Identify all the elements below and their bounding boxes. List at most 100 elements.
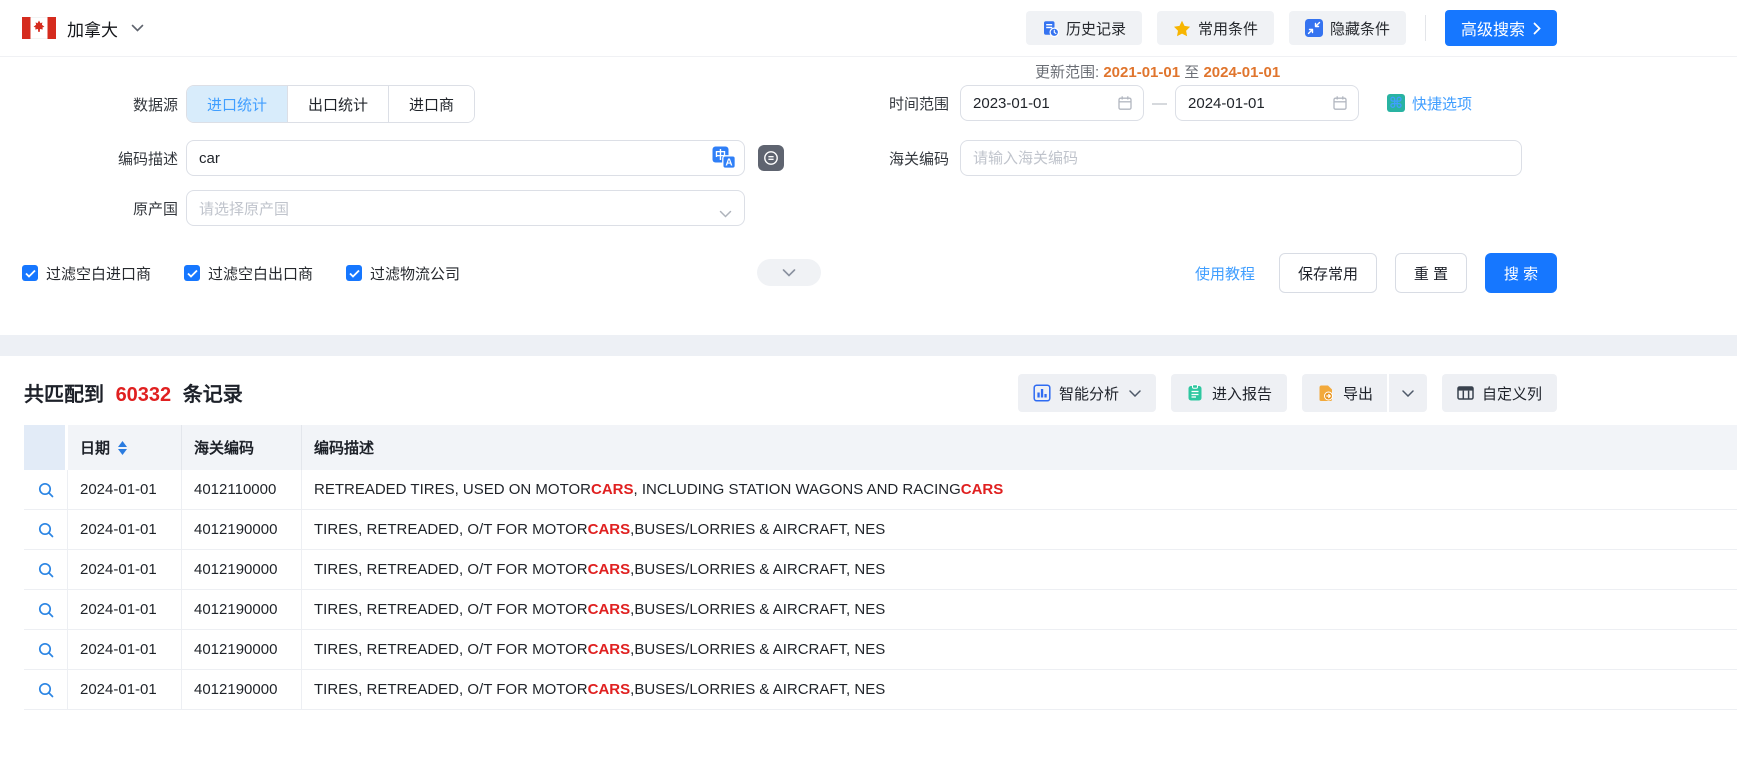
advanced-search-label: 高级搜索: [1461, 16, 1525, 40]
update-range: 更新范围: 2021-01-01 至 2024-01-01: [1035, 61, 1280, 82]
magnifier-icon[interactable]: [37, 481, 55, 499]
code-header-label: 海关编码: [194, 437, 254, 458]
enter-report-button[interactable]: 进入报告: [1171, 374, 1287, 412]
country-selector[interactable]: 加拿大: [22, 16, 144, 41]
hscode-cell: 4012190000: [182, 550, 302, 589]
date-cell: 2024-01-01: [68, 590, 182, 629]
hide-conditions-button[interactable]: 隐藏条件: [1289, 11, 1406, 45]
hscode-cell: 4012110000: [182, 470, 302, 509]
export-button[interactable]: 导出: [1302, 374, 1427, 412]
filter-label: 过滤物流公司: [370, 263, 460, 284]
date-to-value[interactable]: [1176, 95, 1358, 112]
sort-control[interactable]: [118, 441, 127, 455]
origin-row: 原产国 请选择原产国: [98, 190, 745, 226]
highlighted-keyword: CARS: [961, 481, 1004, 498]
update-range-label: 更新范围:: [1035, 64, 1099, 81]
country-name: 加拿大: [67, 16, 118, 41]
table-row: 2024-01-014012190000TIRES, RETREADED, O/…: [24, 550, 1737, 590]
export-label: 导出: [1343, 383, 1373, 404]
hscode-row: 海关编码: [889, 140, 1522, 176]
hscode-input[interactable]: [960, 140, 1522, 176]
highlighted-keyword: CARS: [588, 681, 631, 698]
history-label: 历史记录: [1066, 18, 1126, 39]
star-icon: [1173, 20, 1191, 37]
header-cell-code: 海关编码: [182, 425, 302, 470]
row-detail-cell: [24, 630, 68, 669]
summary-suffix: 条记录: [183, 384, 243, 406]
translate-icon[interactable]: 中A: [712, 146, 736, 175]
datasource-label: 数据源: [98, 94, 178, 115]
table-row: 2024-01-014012190000TIRES, RETREADED, O/…: [24, 630, 1737, 670]
date-header-label: 日期: [80, 437, 110, 458]
filter-logistics-checkbox[interactable]: 过滤物流公司: [346, 263, 460, 284]
datasource-tabs: 进口统计 出口统计 进口商: [186, 85, 475, 123]
description-cell: TIRES, RETREADED, O/T FOR MOTOR CARS,BUS…: [302, 550, 1737, 589]
hscode-cell: 4012190000: [182, 670, 302, 709]
update-range-to: 2024-01-01: [1203, 64, 1280, 81]
smart-analysis-button[interactable]: 智能分析: [1018, 374, 1156, 412]
tab-export-statistics[interactable]: 出口统计: [288, 86, 389, 122]
date-cell: 2024-01-01: [68, 630, 182, 669]
favorites-label: 常用条件: [1198, 18, 1258, 39]
filter-label: 过滤空白出口商: [208, 263, 313, 284]
favorites-button[interactable]: 常用条件: [1157, 11, 1274, 45]
highlighted-keyword: CARS: [588, 521, 631, 538]
topbar-actions: 历史记录 常用条件 隐藏条件 高级搜索: [1026, 10, 1557, 46]
tab-importers[interactable]: 进口商: [389, 86, 474, 122]
table-body: 2024-01-014012110000RETREADED TIRES, USE…: [24, 470, 1737, 710]
table-row: 2024-01-014012190000TIRES, RETREADED, O/…: [24, 590, 1737, 630]
filter-blank-exporter-checkbox[interactable]: 过滤空白出口商: [184, 263, 313, 284]
chevron-right-icon: [1533, 22, 1541, 35]
highlighted-keyword: CARS: [588, 561, 631, 578]
history-button[interactable]: 历史记录: [1026, 11, 1142, 45]
calendar-icon: [1332, 95, 1348, 116]
magnifier-icon[interactable]: [37, 601, 55, 619]
advanced-search-button[interactable]: 高级搜索: [1445, 10, 1557, 46]
checkbox-checked-icon: [22, 265, 38, 281]
hscode-cell: 4012190000: [182, 590, 302, 629]
magnifier-icon[interactable]: [37, 641, 55, 659]
chevron-down-icon: [719, 205, 732, 223]
description-input[interactable]: 中A: [186, 140, 745, 176]
chevron-down-icon: [131, 24, 144, 32]
desc-header-label: 编码描述: [314, 437, 374, 458]
date-range-dash: —: [1152, 95, 1167, 112]
row-detail-cell: [24, 510, 68, 549]
hscode-label: 海关编码: [889, 148, 949, 169]
reset-button[interactable]: 重 置: [1395, 253, 1467, 293]
filter-blank-importer-checkbox[interactable]: 过滤空白进口商: [22, 263, 151, 284]
save-favorite-button[interactable]: 保存常用: [1279, 253, 1377, 293]
results-section: 共匹配到 60332 条记录 智能分析: [0, 356, 1737, 710]
topbar: 加拿大 历史记录 常用条件 隐藏条件: [0, 0, 1737, 57]
description-value[interactable]: [187, 150, 744, 167]
section-separator: [0, 335, 1737, 356]
highlighted-keyword: CARS: [588, 641, 631, 658]
description-cell: TIRES, RETREADED, O/T FOR MOTOR CARS,BUS…: [302, 510, 1737, 549]
quick-options-link[interactable]: ⌘ 快捷选项: [1387, 93, 1472, 114]
enter-report-label: 进入报告: [1212, 383, 1272, 404]
exact-match-toggle[interactable]: [758, 145, 784, 171]
hscode-value[interactable]: [961, 150, 1521, 167]
date-cell: 2024-01-01: [68, 510, 182, 549]
date-from-value[interactable]: [961, 95, 1143, 112]
date-from-input[interactable]: [960, 85, 1144, 121]
magnifier-icon[interactable]: [37, 561, 55, 579]
calendar-icon: [1117, 95, 1133, 116]
date-to-input[interactable]: [1175, 85, 1359, 121]
svg-text:A: A: [725, 158, 732, 169]
table-row: 2024-01-014012190000TIRES, RETREADED, O/…: [24, 670, 1737, 710]
search-button[interactable]: 搜 索: [1485, 253, 1557, 293]
description-row: 编码描述 中A: [98, 140, 784, 176]
header-cell-desc: 编码描述: [302, 425, 1737, 470]
magnifier-icon[interactable]: [37, 681, 55, 699]
row-detail-cell: [24, 550, 68, 589]
customize-columns-button[interactable]: 自定义列: [1442, 374, 1557, 412]
export-dropdown-toggle[interactable]: [1387, 374, 1427, 412]
hscode-cell: 4012190000: [182, 510, 302, 549]
tutorial-link[interactable]: 使用教程: [1189, 262, 1261, 285]
magnifier-icon[interactable]: [37, 521, 55, 539]
origin-select[interactable]: 请选择原产国: [186, 190, 745, 226]
description-cell: TIRES, RETREADED, O/T FOR MOTOR CARS,BUS…: [302, 590, 1737, 629]
tab-import-statistics[interactable]: 进口统计: [187, 86, 288, 122]
expand-more-button[interactable]: [757, 259, 821, 286]
